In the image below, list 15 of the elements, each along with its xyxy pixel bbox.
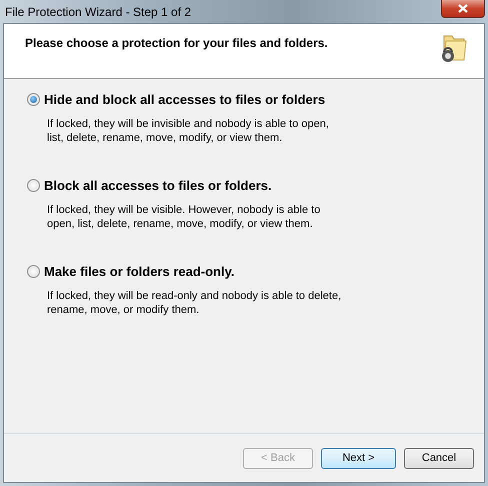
cancel-button[interactable]: Cancel	[404, 448, 474, 468]
option-description: If locked, they will be visible. However, nobody is able to open, list, delete, rename, move, modify, or view them.	[47, 203, 322, 231]
option-label[interactable]: Block all accesses to files or folders.	[44, 178, 272, 193]
radio-button[interactable]	[27, 179, 40, 192]
next-button[interactable]: Next >	[321, 448, 396, 468]
radio-button[interactable]	[27, 265, 40, 278]
option-description: If locked, they will be invisible and nobody is able to open, list, delete, rename, move, modify, or view them.	[47, 117, 330, 145]
option-description: If locked, they will be read-only and nobody is able to delete, rename, move, or modify them.	[47, 289, 342, 317]
option-label[interactable]: Hide and block all accesses to files or folders	[44, 92, 326, 107]
window-title: File Protection Wizard - Step 1 of 2	[4, 4, 192, 18]
option-label[interactable]: Make files or folders read-only.	[44, 264, 234, 279]
header-text: Please choose a protection for your files and folders.	[25, 36, 328, 52]
close-icon	[458, 4, 468, 13]
radio-button[interactable]	[27, 93, 40, 106]
close-button[interactable]	[441, 0, 485, 18]
